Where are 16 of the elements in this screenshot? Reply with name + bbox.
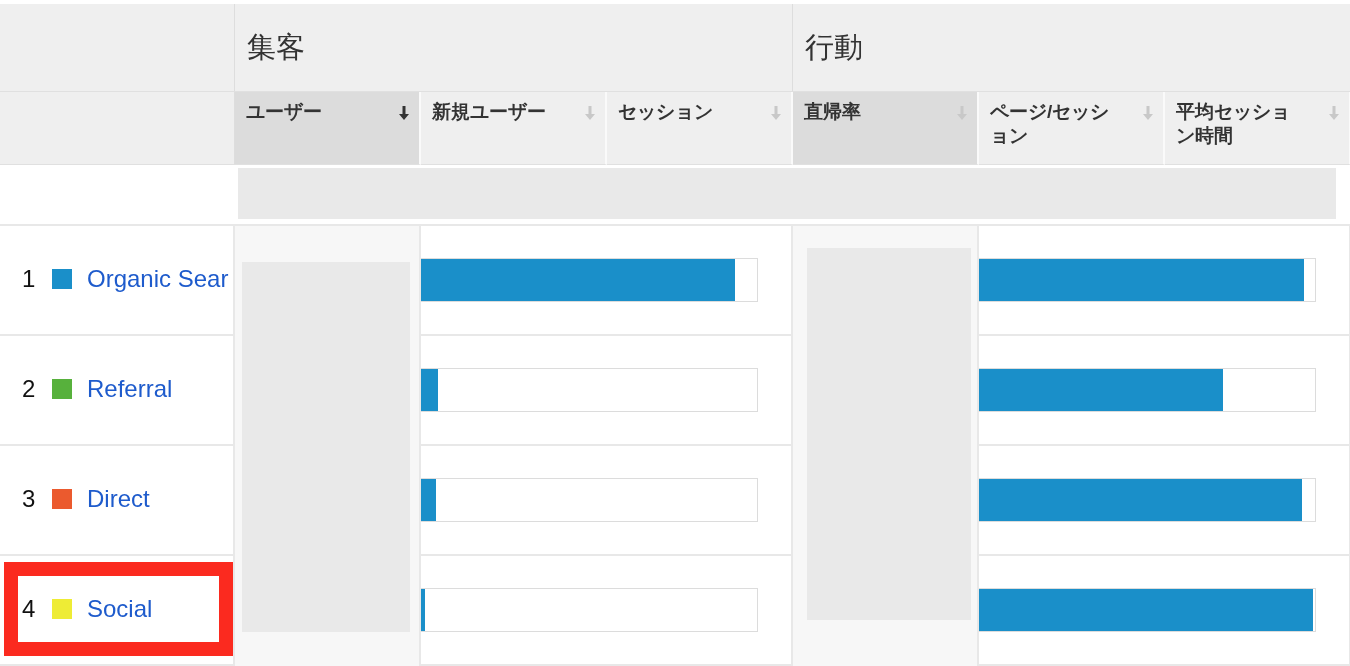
- channel-link[interactable]: Direct: [87, 485, 150, 513]
- column-header[interactable]: 新規ユーザー: [421, 92, 607, 165]
- channel-link[interactable]: Referral: [87, 375, 173, 403]
- column-header[interactable]: ユーザー: [235, 92, 421, 165]
- channel-link[interactable]: Social: [87, 595, 153, 623]
- group-header: 集客: [235, 4, 793, 92]
- row-number: 2: [22, 375, 37, 403]
- column-header[interactable]: 平均セッション時間: [1165, 92, 1350, 165]
- channel-link[interactable]: Organic Sear: [87, 265, 229, 293]
- group-header: 行動: [793, 4, 1350, 92]
- column-header[interactable]: セッション: [607, 92, 793, 165]
- column-header[interactable]: 直帰率: [793, 92, 979, 165]
- row-number: 3: [22, 485, 37, 513]
- column-header[interactable]: ページ/セッション: [979, 92, 1165, 165]
- row-number: 1: [22, 265, 37, 293]
- row-number: 4: [22, 595, 37, 623]
